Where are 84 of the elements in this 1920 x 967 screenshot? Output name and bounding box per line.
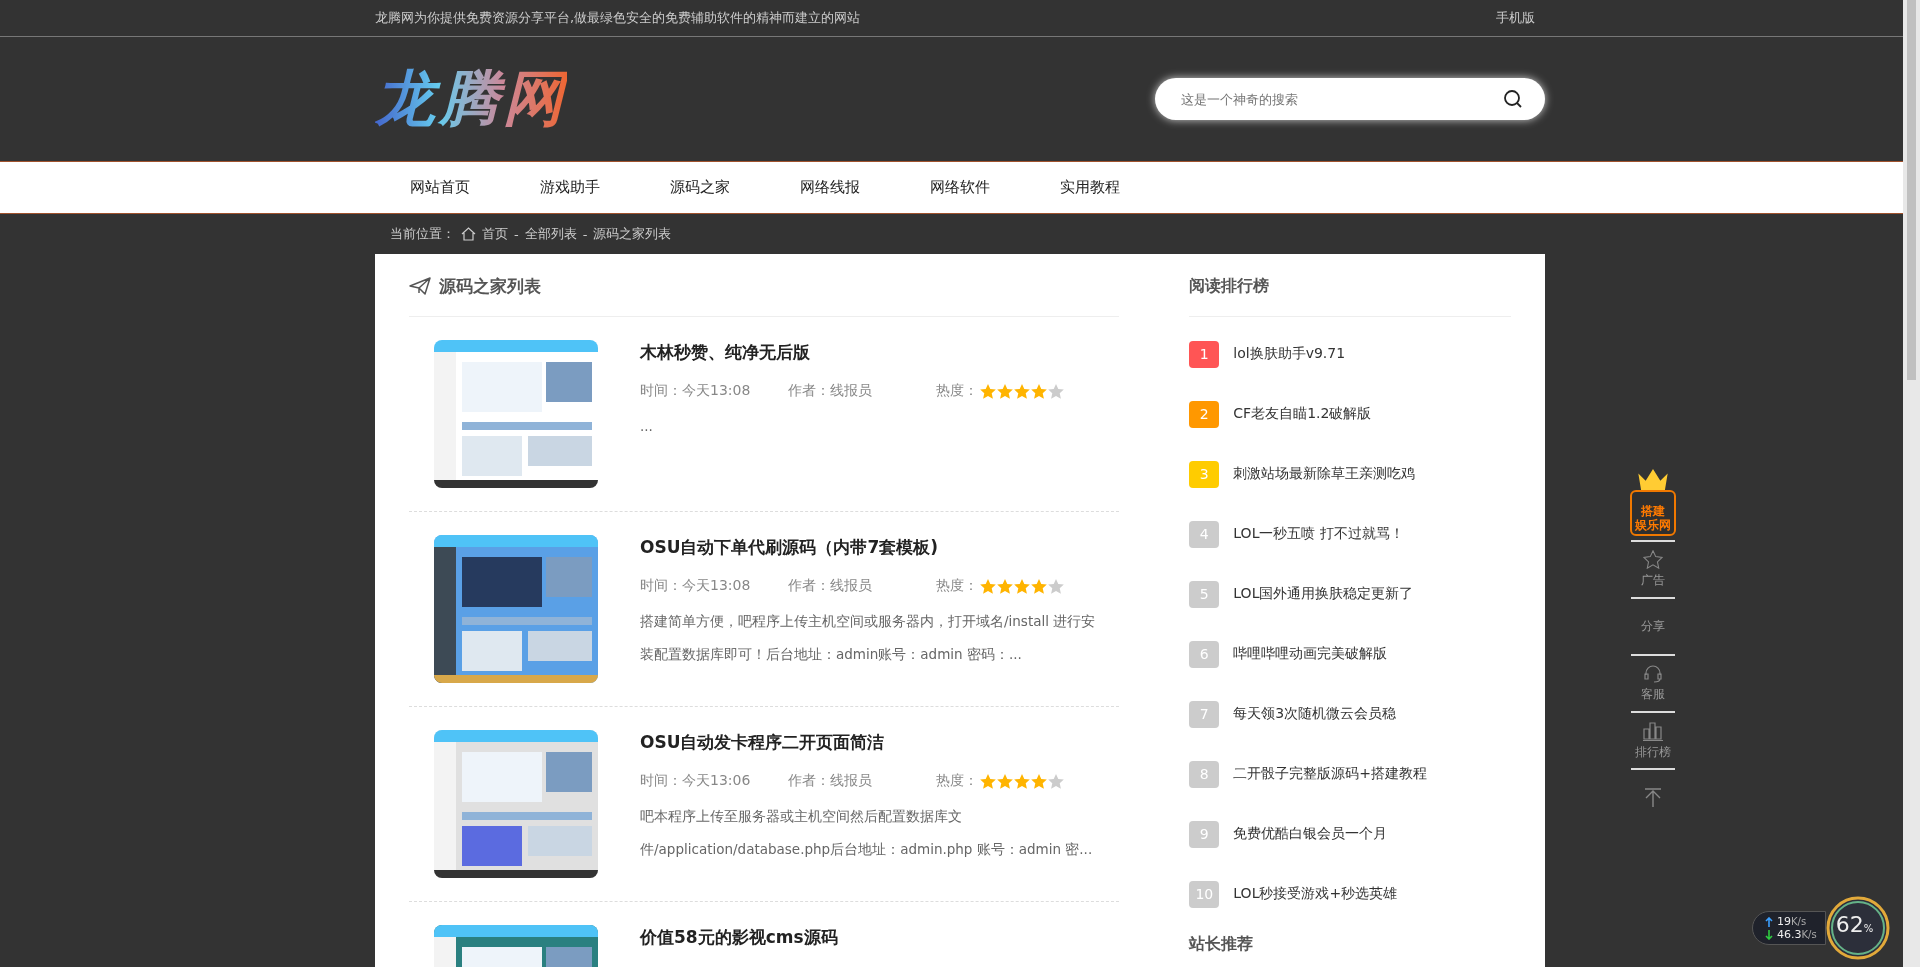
nav-tab[interactable]: 游戏助手	[540, 178, 670, 197]
ranking-link[interactable]: LOL国外通用换肤稳定更新了	[1233, 585, 1414, 603]
star-icon	[1031, 773, 1047, 789]
ranking-link[interactable]: LOL一秒五喷 打不过就骂！	[1233, 525, 1404, 543]
ranking-link[interactable]: 刺激站场最新除草王亲测吃鸡	[1233, 465, 1416, 483]
star-icon	[980, 383, 996, 399]
network-speed-widget[interactable]: 19K/s 46.3K/s 62%	[1752, 896, 1890, 960]
breadcrumb-separator: -	[582, 226, 588, 242]
nav-tab[interactable]: 实用教程	[1060, 178, 1190, 197]
post-author: 作者：线报员	[788, 382, 873, 400]
scrollbar-thumb[interactable]	[1907, 0, 1916, 380]
post-author: 作者：线报员	[788, 772, 873, 790]
star-icon	[997, 578, 1013, 594]
rank-number: 2	[1189, 400, 1220, 428]
star-icon	[1643, 550, 1663, 569]
search-icon[interactable]	[1503, 89, 1523, 109]
heat-label: 热度：	[936, 382, 978, 400]
gauge-ring	[1825, 896, 1890, 960]
breadcrumb-link[interactable]: 全部列表	[524, 225, 577, 243]
post-time: 时间：今天13:08	[640, 577, 752, 595]
post-time: 时间：今天13:08	[640, 382, 752, 400]
sidebar-tool[interactable]: 排行榜	[1631, 711, 1675, 768]
rank-number: 3	[1189, 460, 1220, 488]
sidebar-tool[interactable]: 客服	[1631, 654, 1675, 711]
breadcrumb-link[interactable]: 首页	[482, 225, 508, 243]
headset-icon	[1643, 664, 1663, 683]
site-slogan: 龙腾网为你提供免费资源分享平台,做最绿色安全的免费辅助软件的精神而建立的网站	[375, 9, 861, 27]
article-title[interactable]: OSU自动下单代刷源码（内带7套模板)	[640, 536, 1120, 559]
star-icon	[980, 773, 996, 789]
star-icon	[1014, 578, 1030, 594]
bar-chart-icon	[1642, 720, 1664, 741]
nav-tab[interactable]: 网站首页	[410, 178, 540, 197]
breadcrumb-label: 当前位置：	[390, 225, 455, 243]
sidebar-tool[interactable]: 广告	[1631, 540, 1675, 597]
star-icon	[1048, 578, 1064, 594]
heat-label: 热度：	[936, 772, 978, 790]
nav-tab[interactable]: 网络软件	[930, 178, 1060, 197]
star-icon	[1048, 773, 1064, 789]
ranking-link[interactable]: lol换肤助手v9.71	[1233, 345, 1346, 363]
download-speed: 46.3K/s	[1777, 928, 1817, 941]
ranking-title: 阅读排行榜	[1189, 275, 1270, 297]
back-to-top-icon	[1643, 787, 1663, 808]
star-icon	[1031, 383, 1047, 399]
breadcrumb-link[interactable]: 源码之家列表	[593, 225, 672, 243]
upload-speed: 19K/s	[1777, 915, 1807, 928]
ranking-link[interactable]: 哔哩哔哩动画完美破解版	[1233, 645, 1388, 663]
section-title: 源码之家列表	[439, 274, 541, 298]
sidebar-tool[interactable]: 分享	[1631, 597, 1675, 654]
star-icon	[997, 773, 1013, 789]
mobile-version-link[interactable]: 手机版	[1496, 9, 1535, 27]
badge-text: 搭建	[1641, 504, 1665, 518]
ranking-link[interactable]: CF老友自瞄1.2破解版	[1233, 405, 1372, 423]
rank-number: 1	[1189, 340, 1220, 368]
promo-badge[interactable]: 搭建 娱乐网	[1630, 490, 1676, 536]
home-icon	[461, 227, 476, 241]
nav-tab[interactable]: 网络线报	[800, 178, 930, 197]
usage-percent: 62%	[1835, 912, 1874, 937]
recommend-title: 站长推荐	[1189, 934, 1254, 953]
paper-plane-icon	[409, 277, 431, 295]
post-author: 作者：线报员	[788, 577, 873, 595]
article-summary: 搭建简单方便，吧程序上传主机空间或服务器内，打开域名/install 进行安装配置数据库即可！后台地址：admin账号：admin 密码：...	[640, 612, 1097, 664]
heat-label: 热度：	[936, 577, 978, 595]
article-title[interactable]: 价值58元的影视cms源码	[640, 926, 1120, 949]
article-title[interactable]: 木林秒赞、纯净无后版	[640, 341, 1120, 364]
star-icon	[1014, 773, 1030, 789]
breadcrumb-separator: -	[514, 226, 519, 242]
star-icon	[1014, 383, 1030, 399]
article-summary: 吧本程序上传至服务器或主机空间然后配置数据库文件/application/database.php后台地址：admin.php 账号：admin 密...	[640, 807, 1094, 859]
star-icon	[980, 578, 996, 594]
star-icon	[1031, 578, 1047, 594]
upload-arrow-icon	[1765, 916, 1773, 927]
badge-text: 娱乐网	[1635, 518, 1671, 532]
article-summary: ...	[640, 417, 654, 436]
ranking-link[interactable]: 每天领3次随机微云会员稳	[1233, 705, 1397, 723]
article-title[interactable]: OSU自动发卡程序二开页面简洁	[640, 731, 1120, 754]
post-time: 时间：今天13:06	[640, 772, 752, 790]
search-field[interactable]: 这是一个神奇的搜索	[1155, 78, 1545, 120]
star-icon	[997, 383, 1013, 399]
download-arrow-icon	[1765, 929, 1773, 940]
ranking-link[interactable]: 二开骰子完整版源码+搭建教程	[1233, 765, 1428, 783]
nav-tab[interactable]: 源码之家	[670, 178, 800, 197]
star-icon	[1048, 383, 1064, 399]
ranking-link[interactable]: 免费优酷白银会员一个月	[1233, 825, 1388, 843]
ranking-link[interactable]: LOL秒接受游戏+秒选英雄	[1233, 885, 1398, 903]
